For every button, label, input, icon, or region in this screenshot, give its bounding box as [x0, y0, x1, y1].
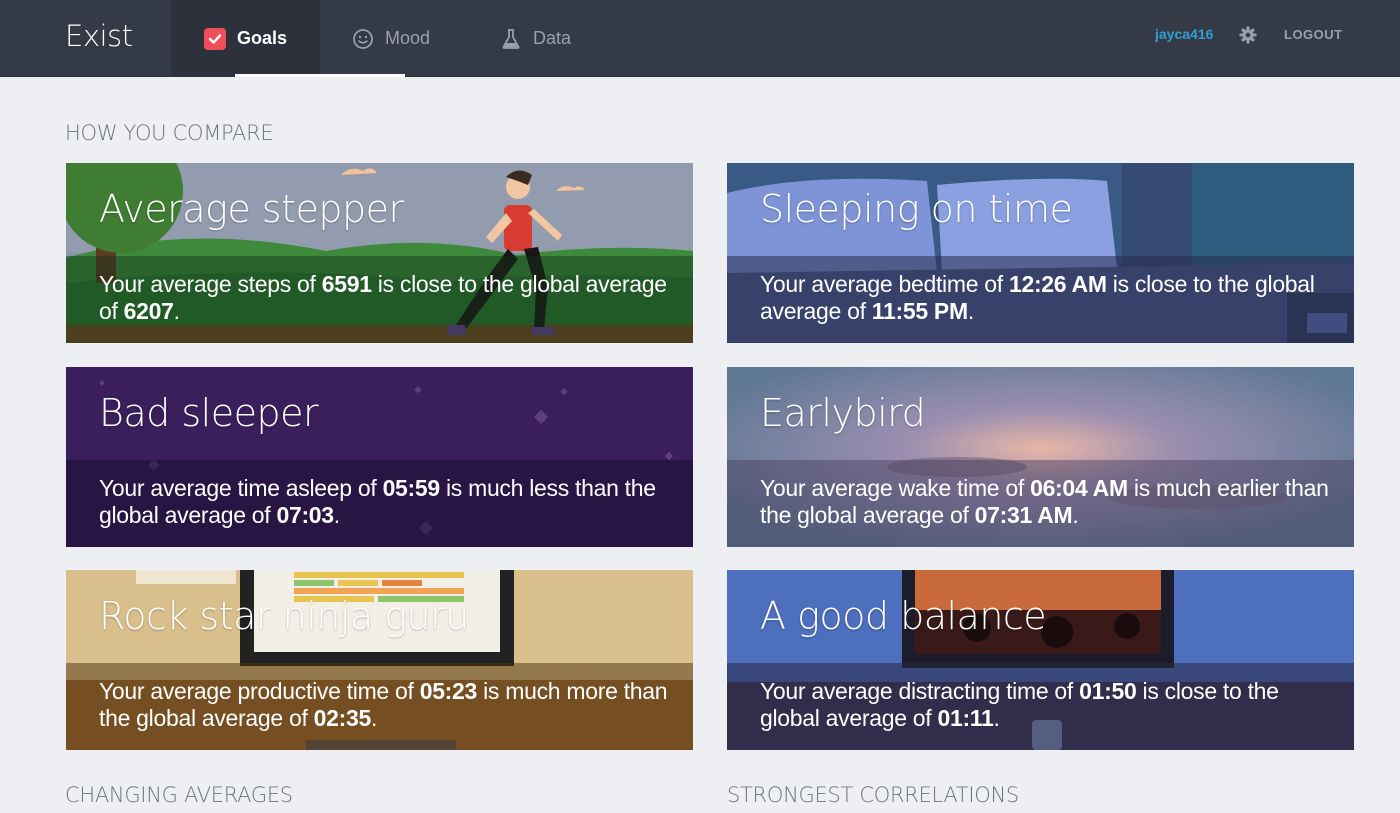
user-value: 06:04 AM [1030, 475, 1128, 501]
card-description: Your average bedtime of 12:26 AM is clos… [760, 271, 1315, 324]
user-value: 6591 [321, 271, 372, 297]
section-heading-strongest-correlations: STRONGEST CORRELATIONS [727, 783, 1019, 807]
global-value: 6207 [123, 298, 174, 324]
smiley-icon [352, 28, 374, 50]
global-value: 07:31 AM [974, 502, 1073, 528]
gear-icon[interactable] [1239, 26, 1257, 44]
tab-goals[interactable]: Goals [171, 0, 320, 77]
app-logo[interactable]: Exist [65, 19, 133, 53]
card-title: Rock star ninja guru [99, 594, 469, 638]
comparison-card-bedtime[interactable]: Sleeping on time Your average bedtime of… [727, 163, 1354, 343]
card-description: Your average distracting time of 01:50 i… [760, 678, 1279, 731]
global-value: 01:11 [937, 705, 994, 731]
card-description: Your average steps of 6591 is close to t… [99, 271, 667, 324]
section-heading-how-you-compare: HOW YOU COMPARE [65, 121, 274, 145]
global-value: 02:35 [313, 705, 372, 731]
card-description: Your average time asleep of 05:59 is muc… [99, 475, 656, 528]
comparison-card-productive[interactable]: Rock star ninja guru Your average produc… [66, 570, 693, 750]
tab-mood-label: Mood [385, 28, 431, 48]
card-title: Average stepper [99, 187, 404, 231]
user-value: 01:50 [1079, 678, 1137, 704]
user-value: 05:59 [382, 475, 441, 501]
tab-data-label: Data [533, 28, 572, 48]
section-heading-changing-averages: CHANGING AVERAGES [65, 783, 293, 807]
logout-button[interactable]: LOGOUT [1284, 27, 1343, 42]
comparison-card-steps[interactable]: Average stepper Your average steps of 65… [66, 163, 693, 343]
card-title: Sleeping on time [760, 187, 1073, 231]
user-value: 12:26 AM [1008, 271, 1107, 297]
card-title: Bad sleeper [99, 391, 319, 435]
comparison-card-sleep[interactable]: Bad sleeper Your average time asleep of … [66, 367, 693, 547]
comparison-card-waketime[interactable]: Earlybird Your average wake time of 06:0… [727, 367, 1354, 547]
tab-data[interactable]: Data [500, 0, 571, 77]
user-value: 05:23 [419, 678, 478, 704]
flask-icon [500, 28, 522, 50]
tab-mood[interactable]: Mood [352, 0, 430, 77]
card-description: Your average productive time of 05:23 is… [99, 678, 668, 731]
username-link[interactable]: jayca416 [1155, 26, 1213, 42]
checkbox-icon [204, 27, 226, 50]
card-title: A good balance [760, 594, 1047, 638]
tab-goals-label: Goals [237, 28, 288, 48]
card-description: Your average wake time of 06:04 AM is mu… [760, 475, 1329, 528]
top-nav-bar: Exist Goals Mood Data jayca416 LOGOUT [0, 0, 1400, 77]
global-value: 07:03 [276, 502, 334, 528]
global-value: 11:55 PM [871, 298, 968, 324]
comparison-card-distracting[interactable]: A good balance Your average distracting … [727, 570, 1354, 750]
card-title: Earlybird [760, 391, 926, 435]
